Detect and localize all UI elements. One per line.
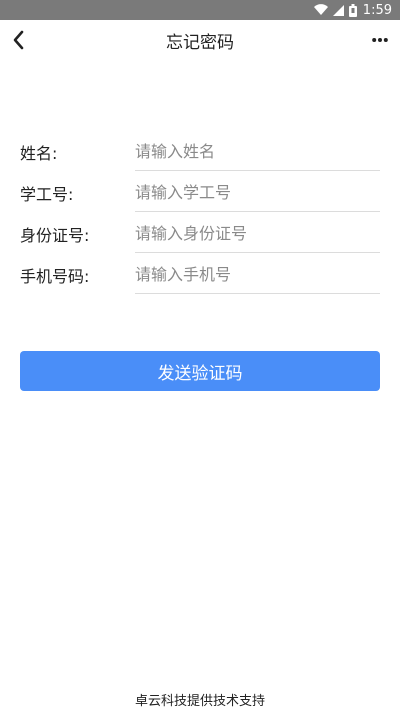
chevron-left-icon[interactable] [8, 28, 28, 52]
forgot-password-form: 姓名: 学工号: 身份证号: 手机号码: [20, 130, 380, 294]
status-bar: 1:59 [0, 0, 400, 20]
phone-row: 手机号码: [20, 253, 380, 294]
phone-input[interactable] [135, 253, 380, 294]
staff-id-row: 学工号: [20, 171, 380, 212]
name-label: 姓名: [20, 143, 58, 163]
staff-id-input[interactable] [135, 171, 380, 212]
id-card-label: 身份证号: [20, 225, 90, 245]
battery-icon [348, 3, 357, 17]
send-code-button[interactable]: 发送验证码 [20, 351, 380, 391]
staff-id-label: 学工号: [20, 184, 74, 204]
name-row: 姓名: [20, 130, 380, 171]
phone-label: 手机号码: [20, 266, 90, 286]
nav-bar: 忘记密码 [0, 20, 400, 60]
status-time: 1:59 [362, 2, 392, 18]
id-card-row: 身份证号: [20, 212, 380, 253]
page-title: 忘记密码 [166, 32, 234, 53]
wifi-icon [313, 4, 328, 16]
footer-credit: 卓云科技提供技术支持 [134, 693, 265, 709]
id-card-input[interactable] [135, 212, 380, 253]
more-icon[interactable] [370, 30, 390, 50]
name-input[interactable] [135, 130, 380, 171]
signal-icon [332, 4, 344, 16]
